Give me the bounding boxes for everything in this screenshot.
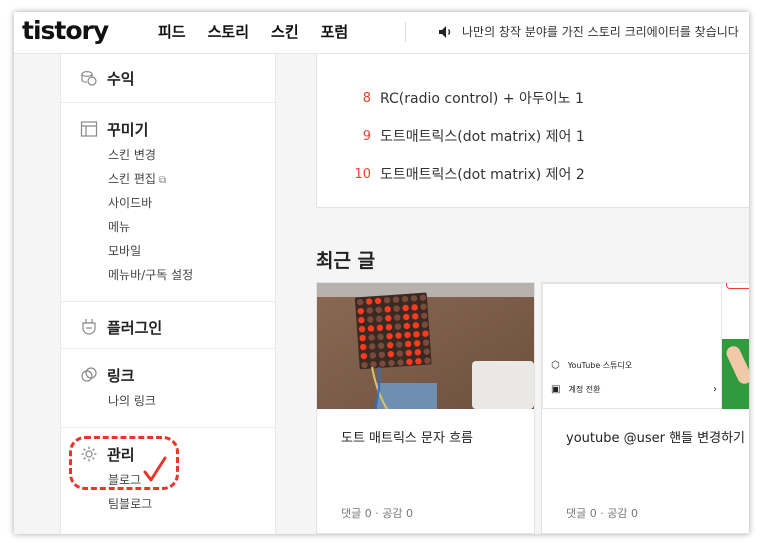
- sidebar-item-link[interactable]: 링크: [61, 363, 275, 387]
- plug-icon: [80, 318, 98, 336]
- popular-post-title: 도트매트릭스(dot matrix) 제어 2: [380, 167, 585, 183]
- sidebar-item-customize[interactable]: 꾸미기: [61, 117, 275, 141]
- yt-menu-row: ⬡ YouTube 스튜디오: [551, 360, 632, 371]
- rank-number: 10: [354, 166, 371, 182]
- sidebar-subitem-menu[interactable]: 메뉴: [61, 215, 275, 239]
- main-nav: 피드 스토리 스킨 포럼: [158, 21, 348, 42]
- sidebar-section-revenue: 수익: [61, 54, 275, 103]
- youtube-menu-screenshot: ⬡ YouTube 스튜디오 ▣ 계정 전환 ›: [542, 283, 722, 409]
- post-title: 도트 매트릭스 문자 흐름: [341, 431, 473, 446]
- sidebar-subitem-label: 스킨 편집: [108, 172, 156, 186]
- sidebar-item-revenue[interactable]: 수익: [61, 54, 275, 90]
- popular-posts-card: 8 RC(radio control) + 아두이노 1 9 도트매트릭스(do…: [316, 54, 749, 208]
- rank-number: 9: [362, 128, 371, 144]
- hexagon-icon: ⬡: [551, 360, 560, 371]
- sidebar-subitem-skin-change[interactable]: 스킨 변경: [61, 143, 275, 167]
- nav-story[interactable]: 스토리: [208, 21, 249, 42]
- dot-matrix-photo: [317, 283, 534, 409]
- annotation-check-mark: [143, 456, 167, 482]
- nav-skin[interactable]: 스킨: [271, 21, 299, 42]
- top-navigation-bar: tistory 피드 스토리 스킨 포럼 나만의 창작 분야를 가진 스토리 크…: [14, 12, 749, 54]
- green-banner-strip: [722, 283, 749, 409]
- sidebar-subitem-mobile[interactable]: 모바일: [61, 239, 275, 263]
- coin-stack-icon: [80, 69, 98, 87]
- sidebar-section-plugins: 플러그인: [61, 302, 275, 349]
- sidebar-section-title: 꾸미기: [107, 120, 149, 139]
- recent-post-card[interactable]: ⬡ YouTube 스튜디오 ▣ 계정 전환 › youtube @user 핸…: [541, 282, 749, 534]
- yt-studio-label: YouTube 스튜디오: [567, 361, 633, 370]
- sidebar-subitem-skin-edit[interactable]: 스킨 편집 ⧉: [61, 167, 275, 191]
- sidebar-section-title: 링크: [107, 366, 135, 385]
- sidebar-subitem-menubar-subscribe[interactable]: 메뉴바/구독 설정: [61, 263, 275, 287]
- chevron-right-icon: ›: [713, 384, 717, 395]
- post-thumbnail-dot-matrix[interactable]: [317, 283, 534, 409]
- popular-post-row[interactable]: 10 도트매트릭스(dot matrix) 제어 2: [347, 164, 585, 184]
- nav-feed[interactable]: 피드: [158, 21, 186, 42]
- rank-number: 8: [362, 90, 371, 106]
- speaker-icon: [439, 25, 451, 38]
- sidebar-subitem-team-blog[interactable]: 팀블로그: [61, 492, 275, 516]
- post-meta: 댓글 0 · 공감 0: [566, 507, 638, 520]
- external-link-icon: ⧉: [158, 175, 167, 186]
- post-title: youtube @user 핸들 변경하기: [566, 431, 745, 446]
- sidebar-subitem-sidebar[interactable]: 사이드바: [61, 191, 275, 215]
- nav-divider: [405, 22, 406, 42]
- layout-icon: [80, 120, 98, 138]
- popular-post-row[interactable]: 8 RC(radio control) + 아두이노 1: [347, 88, 584, 108]
- sidebar-section-title: 수익: [107, 69, 135, 88]
- sidebar-section-customize: 꾸미기 스킨 변경 스킨 편집 ⧉ 사이드바 메뉴 모바일 메뉴바/구독 설정: [61, 103, 275, 302]
- account-switch-icon: ▣: [551, 384, 561, 395]
- post-meta: 댓글 0 · 공감 0: [341, 507, 413, 520]
- popular-post-row[interactable]: 9 도트매트릭스(dot matrix) 제어 1: [347, 126, 585, 146]
- link-icon: [80, 366, 98, 384]
- nav-forum[interactable]: 포럼: [321, 21, 349, 42]
- sidebar-subitem-my-links[interactable]: 나의 링크: [61, 389, 275, 413]
- switch-account-label: 계정 전환: [568, 385, 601, 394]
- app-window: tistory 피드 스토리 스킨 포럼 나만의 창작 분야를 가진 스토리 크…: [14, 12, 749, 534]
- popular-post-title: 도트매트릭스(dot matrix) 제어 1: [380, 129, 585, 145]
- sidebar-section-link: 링크 나의 링크: [61, 349, 275, 428]
- popular-post-title: RC(radio control) + 아두이노 1: [380, 91, 584, 107]
- recent-post-card[interactable]: 도트 매트릭스 문자 흐름 댓글 0 · 공감 0: [316, 282, 535, 534]
- notice-banner[interactable]: 나만의 창작 분야를 가진 스토리 크리에이터를 찾습니다: [438, 23, 739, 40]
- yt-menu-row: ▣ 계정 전환 ›: [551, 384, 717, 395]
- recent-posts-heading: 최근 글: [316, 250, 376, 272]
- post-thumbnail-youtube[interactable]: ⬡ YouTube 스튜디오 ▣ 계정 전환 ›: [542, 283, 749, 409]
- sidebar-item-plugins[interactable]: 플러그인: [61, 315, 275, 339]
- notice-text: 나만의 창작 분야를 가진 스토리 크리에이터를 찾습니다: [462, 25, 739, 39]
- sidebar-section-title: 플러그인: [107, 318, 163, 337]
- tistory-logo[interactable]: tistory: [22, 16, 109, 45]
